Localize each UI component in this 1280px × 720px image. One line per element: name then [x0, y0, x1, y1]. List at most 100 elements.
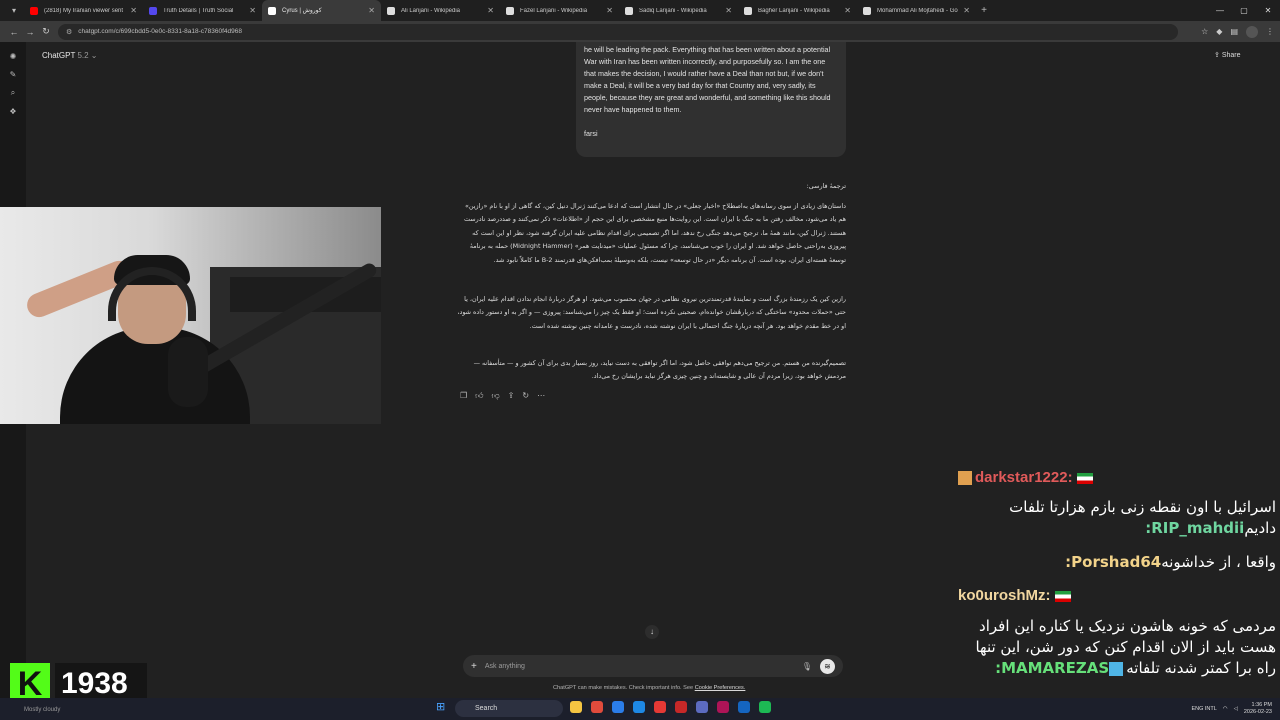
more-icon[interactable]: ⋯ — [537, 391, 545, 401]
tab-close-icon[interactable]: ✕ — [368, 6, 375, 15]
wifi-icon[interactable]: ◠ — [1223, 706, 1228, 712]
forward-icon[interactable]: → — [22, 27, 38, 37]
tab-close-icon[interactable]: ✕ — [487, 6, 494, 15]
clock[interactable]: 1:36 PM 2026-02-23 — [1244, 702, 1272, 716]
tab-favicon-icon — [506, 6, 514, 15]
tab-favicon-icon — [149, 6, 157, 15]
cookie-preferences-link[interactable]: Cookie Preferences. — [695, 685, 746, 691]
tab-close-icon[interactable]: ✕ — [606, 6, 613, 15]
taskbar-app-gmail-icon[interactable] — [675, 701, 687, 713]
tab-list-icon[interactable]: ▾ — [4, 6, 24, 15]
tab-title: Mohammad Ali Mojtahedi - Go — [877, 7, 958, 14]
chat-username[interactable]: RIP_mahdii: — [1145, 519, 1244, 537]
copy-icon[interactable]: ❐ — [460, 391, 467, 401]
user-message-note: farsi — [584, 129, 598, 138]
microphone-icon[interactable]: 🎙︎ — [802, 662, 812, 671]
library-icon[interactable]: ❖ — [9, 107, 16, 116]
tab-favicon-icon — [268, 6, 276, 15]
volume-icon[interactable]: ◁ — [1234, 706, 1238, 712]
extensions-icon[interactable]: ▤ — [1230, 27, 1238, 36]
chat-message: مردمی که خونه هاشون نزدیک یا کناره این ا… — [958, 616, 1276, 679]
url-text: chatgpt.com/c/699cbdd5-0e0c-8331-8a18-c7… — [78, 28, 242, 35]
new-chat-icon[interactable]: ✎ — [10, 70, 17, 79]
tab-close-icon[interactable]: ✕ — [963, 6, 970, 15]
assistant-paragraph-3: تصمیم‌گیرنده من هستم. من ترجیح می‌دهم تو… — [473, 359, 846, 381]
tab-title: Cyrus | کوروش — [282, 8, 322, 14]
composer[interactable]: + Ask anything 🎙︎ ≋ — [463, 655, 843, 677]
minimize-icon[interactable]: — — [1208, 0, 1232, 21]
browser-tab[interactable]: Fazel Larijani - Wikipedia ✕ — [500, 0, 619, 21]
thumbs-down-icon[interactable]: 👎︎ — [492, 391, 500, 401]
taskbar-app-explorer-icon[interactable] — [570, 701, 582, 713]
browser-tab[interactable]: Cyrus | کوروش ✕ — [262, 0, 381, 21]
menu-icon[interactable]: ⋮ — [1266, 27, 1274, 36]
profile-avatar[interactable] — [1246, 25, 1258, 38]
app-title: ChatGPT — [42, 51, 76, 60]
taskbar: Mostly cloudy ⊞ Search ENG INTL ◠ ◁ 1:36… — [0, 698, 1280, 720]
maximize-icon[interactable]: ▢ — [1232, 0, 1256, 21]
thumbs-up-icon[interactable]: 👍︎ — [475, 391, 483, 401]
taskbar-app-chrome-icon[interactable] — [591, 701, 603, 713]
bookmark-icon[interactable]: ☆ — [1201, 27, 1208, 36]
chevron-down-icon: ⌄ — [90, 51, 98, 60]
browser-tab[interactable]: Ali Larijani - Wikipedia ✕ — [381, 0, 500, 21]
tab-close-icon[interactable]: ✕ — [844, 6, 851, 15]
prompt-input[interactable]: Ask anything — [485, 663, 802, 670]
tab-strip: ▾ (2818) My Iranian viewer sent ✕ Truth De… — [0, 0, 1280, 21]
browser-tab[interactable]: Mohammad Ali Mojtahedi - Go ✕ — [857, 0, 976, 21]
voice-mode-icon[interactable]: ≋ — [820, 658, 835, 674]
browser-tab[interactable]: (2818) My Iranian viewer sent ✕ — [24, 0, 143, 21]
taskbar-app-obs-icon[interactable] — [717, 701, 729, 713]
taskbar-search[interactable]: Search — [455, 700, 563, 717]
close-window-icon[interactable]: ✕ — [1256, 0, 1280, 21]
regenerate-icon[interactable]: ↻ — [522, 391, 529, 401]
browser-tab[interactable]: Truth Details | Truth Social ✕ — [143, 0, 262, 21]
add-icon[interactable]: + — [471, 661, 477, 672]
language-indicator[interactable]: ENG INTL — [1191, 706, 1216, 712]
tab-close-icon[interactable]: ✕ — [725, 6, 732, 15]
scroll-down-button[interactable]: ↓ — [645, 625, 659, 639]
taskbar-app-edge-icon[interactable] — [612, 701, 624, 713]
chat-message: واقعا ، از خداشونهPorshad64: — [958, 552, 1276, 573]
search-icon[interactable]: ⌕ — [11, 88, 15, 98]
tab-favicon-icon — [863, 6, 871, 15]
chat-username[interactable]: ko0uroshMz: — [958, 587, 1051, 604]
taskbar-app-spotify-icon[interactable] — [759, 701, 771, 713]
site-info-icon[interactable]: ⚙ — [66, 28, 72, 36]
weather-label: Mostly cloudy — [24, 707, 61, 713]
browser-tab[interactable]: Sadiq Larijani - Wikipedia ✕ — [619, 0, 738, 21]
toolbar-right: ☆ ◆ ▤ ⋮ — [1201, 21, 1274, 42]
tab-title: (2818) My Iranian viewer sent — [44, 7, 124, 14]
extension-icon[interactable]: ◆ — [1216, 27, 1222, 36]
tabs: (2818) My Iranian viewer sent ✕ Truth Deta… — [24, 0, 976, 21]
chat-username[interactable]: Porshad64: — [1065, 553, 1161, 571]
chat-message: اسرائیل با اون نقطه زنی بازم هزارتا تلفا… — [958, 497, 1276, 539]
user-badge-icon — [958, 471, 972, 486]
assistant-heading: ترجمهٔ فارسی: — [806, 182, 846, 190]
user-message: he will be leading the pack. Everything … — [576, 42, 846, 157]
taskbar-app-discord-icon[interactable] — [696, 701, 708, 713]
taskbar-app-store-icon[interactable] — [633, 701, 645, 713]
webcam-feed — [0, 207, 381, 424]
openai-logo-icon[interactable]: ✺ — [10, 52, 17, 61]
chat-text: واقعا ، از خداشونه — [1161, 553, 1276, 571]
tab-close-icon[interactable]: ✕ — [130, 6, 137, 15]
url-input[interactable]: ⚙ chatgpt.com/c/699cbdd5-0e0c-8331-8a18-… — [58, 23, 1178, 40]
chat-username[interactable]: MAMAREZAS: — [995, 659, 1109, 677]
windows-start-icon[interactable]: ⊞ — [436, 701, 448, 713]
tab-favicon-icon — [387, 6, 395, 15]
taskbar-app-youtube-icon[interactable] — [654, 701, 666, 713]
tab-close-icon[interactable]: ✕ — [249, 6, 256, 15]
share-icon[interactable]: ⇪ — [508, 391, 515, 401]
reload-icon[interactable]: ↻ — [38, 26, 54, 37]
new-tab-icon[interactable]: + — [976, 5, 992, 16]
taskbar-app-photoshop-icon[interactable] — [738, 701, 750, 713]
share-button[interactable]: ⇪ Share — [1214, 51, 1241, 59]
browser-tab[interactable]: Bagher Larijani - Wikipedia ✕ — [738, 0, 857, 21]
chat-username[interactable]: darkstar1222: — [975, 469, 1073, 486]
model-version: 5.2 — [77, 51, 89, 60]
model-selector[interactable]: ChatGPT 5.2 ⌄ — [42, 51, 98, 60]
back-icon[interactable]: ← — [6, 27, 22, 37]
iran-flag-icon — [1076, 472, 1093, 484]
tab-title: Sadiq Larijani - Wikipedia — [639, 7, 707, 14]
